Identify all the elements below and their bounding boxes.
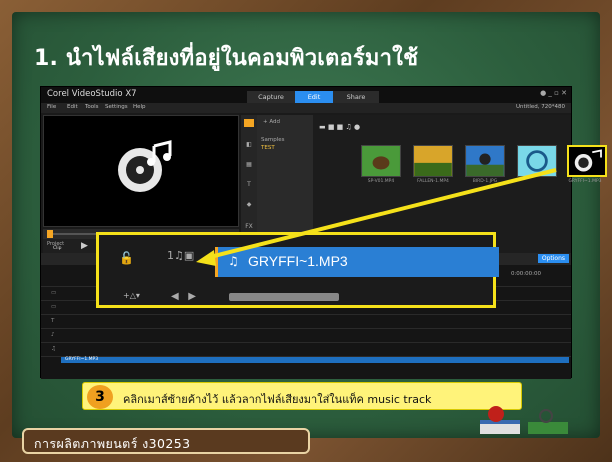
add-track-button[interactable]: +△▾ — [123, 291, 140, 300]
scroll-arrows[interactable]: ◀ ▶ — [171, 291, 196, 302]
thumbnail-image-2[interactable] — [517, 145, 557, 177]
thumbnail-video-2[interactable] — [413, 145, 453, 177]
menu-edit[interactable]: Edit — [67, 104, 78, 110]
folder-samples[interactable]: Samples — [261, 137, 285, 143]
graphic-icon[interactable]: ◆ — [244, 201, 254, 209]
media-icon[interactable] — [244, 119, 254, 127]
tab-edit[interactable]: Edit — [295, 91, 333, 103]
options-button[interactable]: Options — [537, 254, 569, 263]
course-label: การผลิตภาพยนตร์ ง30253 — [34, 436, 191, 451]
voice-track-icon: ♪ — [51, 332, 55, 338]
transition-icon[interactable]: ▦ — [244, 161, 254, 169]
music-file-icon — [118, 140, 172, 192]
title-bar: Corel VideoStudio X7 Capture Edit Share … — [41, 87, 571, 103]
step-number-badge: 3 — [87, 385, 113, 409]
title-icon[interactable]: T — [244, 181, 254, 189]
folder-test[interactable]: TEST — [261, 145, 275, 151]
course-footer: การผลิตภาพยนตร์ ง30253 — [22, 428, 310, 454]
slide-title: 1. นำไฟล์เสียงที่อยู่ในคอมพิวเตอร์มาใช้ — [34, 46, 419, 71]
video-track-icon: ▭ — [51, 290, 57, 296]
overlay-track-icon: ▭ — [51, 304, 57, 310]
music-clip-name: GRYFFI~1.MP3 — [248, 253, 348, 269]
music-track-icon: 1♫▣ — [167, 249, 195, 262]
menu-tools[interactable]: Tools — [85, 104, 99, 110]
menu-help[interactable]: Help — [133, 104, 146, 110]
tab-share[interactable]: Share — [333, 91, 379, 103]
instruction-text: คลิกเมาส์ซ้ายค้างไว้ แล้วลากไฟล์เสียงมาใ… — [123, 393, 432, 406]
music-track[interactable]: ♫ — [41, 343, 571, 357]
music-note-icon: ♫ — [228, 254, 239, 268]
app-name: Corel VideoStudio X7 — [47, 89, 137, 99]
timecode: 0:00:00:00 — [510, 271, 541, 277]
library-filter-toolbar[interactable]: ▬ ■ ■ ♫ ● — [319, 123, 360, 131]
fx-icon[interactable]: FX — [244, 223, 254, 231]
timeline-scrollbar[interactable] — [229, 293, 339, 301]
project-info: Untitled, 720*480 — [516, 104, 565, 110]
thumbnail-caption-5: GRYFFI~1.MP3 — [568, 179, 602, 184]
books-apple-decoration — [480, 406, 568, 434]
add-folder-button[interactable]: + Add — [263, 119, 280, 125]
menu-settings[interactable]: Settings — [105, 104, 128, 110]
instant-project-icon[interactable]: ◧ — [244, 141, 254, 149]
preview-window — [43, 115, 239, 227]
thumbnail-caption-2: FALLEN-1.MP4 — [417, 179, 449, 184]
title-track[interactable]: T — [41, 315, 571, 329]
music-track-icon: ♫ — [51, 346, 56, 352]
voice-track[interactable]: ♪ — [41, 329, 571, 343]
menu-bar: File Edit Tools Settings Help Untitled, … — [41, 103, 571, 113]
play-icon[interactable]: ▶ — [81, 241, 88, 251]
instruction-callout: 3 คลิกเมาส์ซ้ายค้างไว้ แล้วลากไฟล์เสียงม… — [82, 382, 522, 410]
thumbnail-caption-3: BIRD-1.JPG — [472, 179, 498, 184]
timeline-audio-clip[interactable]: GRYFFI~1.MP3 — [61, 357, 569, 363]
thumbnail-audio-1[interactable] — [567, 145, 607, 177]
zoomed-music-track: 🔓 1♫▣ ♫ GRYFFI~1.MP3 +△▾ ◀ ▶ — [96, 232, 499, 308]
timeline-audio-clip-label: GRYFFI~1.MP3 — [65, 357, 99, 362]
thumbnail-video-1[interactable] — [361, 145, 401, 177]
clip-mode-label[interactable]: Clip — [53, 246, 62, 251]
menu-file[interactable]: File — [47, 104, 56, 110]
thumbnail-caption-1: SP-V01.MP4 — [367, 179, 395, 184]
tab-capture[interactable]: Capture — [247, 91, 295, 103]
window-controls[interactable]: ● _ ▫ ✕ — [540, 89, 567, 97]
scrubber-handle[interactable] — [47, 230, 53, 238]
thumbnail-image-1[interactable] — [465, 145, 505, 177]
music-clip[interactable]: ♫ GRYFFI~1.MP3 — [215, 247, 499, 277]
track-lock-icon[interactable]: 🔓 — [119, 251, 134, 265]
title-track-icon: T — [51, 318, 55, 324]
